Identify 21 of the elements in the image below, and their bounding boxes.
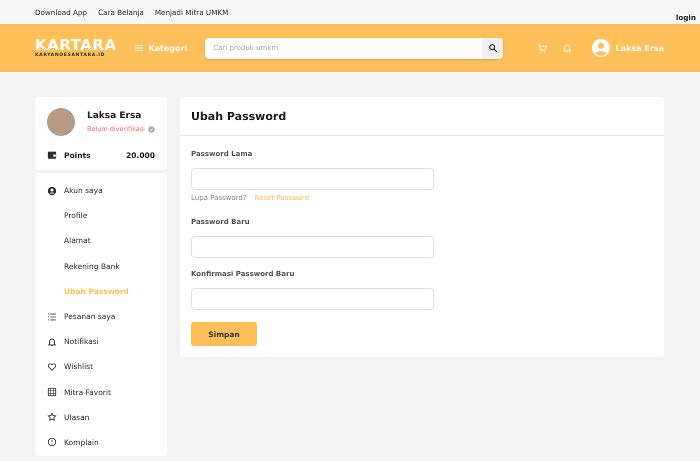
password-field[interactable] xyxy=(191,168,434,190)
list-icon xyxy=(47,312,57,322)
check-icon xyxy=(148,126,155,132)
avatar-icon xyxy=(592,39,610,57)
account-icon xyxy=(47,186,57,196)
bell-icon[interactable] xyxy=(562,43,572,53)
photo-placeholder xyxy=(47,108,75,136)
search-icon xyxy=(488,43,498,53)
cart-icon[interactable] xyxy=(537,42,548,54)
password-field[interactable] xyxy=(191,288,434,310)
store-icon xyxy=(47,387,57,398)
user-name: Laksa Ersa xyxy=(87,111,142,121)
star-icon xyxy=(47,412,57,422)
bell-icon xyxy=(47,336,57,347)
password-field[interactable] xyxy=(191,236,434,258)
wallet-icon xyxy=(47,150,57,160)
alert-icon xyxy=(47,437,57,448)
heart-icon xyxy=(47,362,57,372)
form-title: Ubah Password xyxy=(180,97,664,136)
search-button[interactable] xyxy=(482,38,504,58)
menu-icon xyxy=(134,43,144,53)
